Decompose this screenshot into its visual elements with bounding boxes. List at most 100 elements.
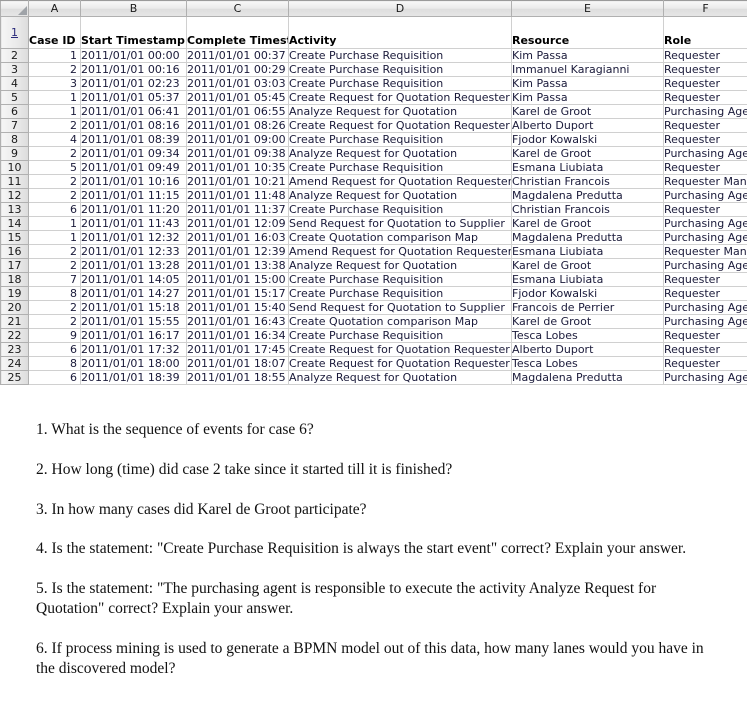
- table-row[interactable]: 15 1 2011/01/01 12:32 2011/01/01 16:03 Creat…: [0, 230, 747, 245]
- cell-resource[interactable]: Karel de Groot: [511, 314, 664, 329]
- cell-activity[interactable]: Analyze Request for Quotation: [288, 104, 512, 119]
- row-number[interactable]: 6: [0, 104, 29, 119]
- cell-activity[interactable]: Amend Request for Quotation Requester: [288, 174, 512, 189]
- cell-resource[interactable]: Fjodor Kowalski: [511, 132, 664, 147]
- cell-resource[interactable]: Tesca Lobes: [511, 356, 664, 371]
- row-number[interactable]: 9: [0, 146, 29, 161]
- cell-role[interactable]: Purchasing Agent: [663, 216, 747, 231]
- cell-resource[interactable]: Alberto Duport: [511, 118, 664, 133]
- row-number[interactable]: 20: [0, 300, 29, 315]
- cell-start-timestamp[interactable]: 2011/01/01 00:16: [80, 62, 187, 77]
- cell-role[interactable]: Requester: [663, 342, 747, 357]
- cell-activity[interactable]: Analyze Request for Quotation: [288, 188, 512, 203]
- cell-start-timestamp[interactable]: 2011/01/01 15:55: [80, 314, 187, 329]
- cell-resource[interactable]: Kim Passa: [511, 48, 664, 63]
- table-row[interactable]: 11 2 2011/01/01 10:16 2011/01/01 10:21 Amend…: [0, 174, 747, 189]
- cell-start-timestamp[interactable]: 2011/01/01 18:00: [80, 356, 187, 371]
- cell-case-id[interactable]: 6: [28, 370, 81, 385]
- cell-resource[interactable]: Karel de Groot: [511, 258, 664, 273]
- cell-role[interactable]: Purchasing Agent: [663, 300, 747, 315]
- cell-case-id[interactable]: 5: [28, 160, 81, 175]
- cell-role[interactable]: Requester: [663, 328, 747, 343]
- cell-case-id[interactable]: 1: [28, 104, 81, 119]
- cell-role[interactable]: Requester: [663, 272, 747, 287]
- header-resource[interactable]: Resource: [511, 16, 664, 49]
- cell-start-timestamp[interactable]: 2011/01/01 10:16: [80, 174, 187, 189]
- cell-role[interactable]: Requester Manager: [663, 174, 747, 189]
- cell-role[interactable]: Purchasing Agent: [663, 188, 747, 203]
- cell-role[interactable]: Requester: [663, 202, 747, 217]
- cell-complete-timestamp[interactable]: 2011/01/01 06:55: [186, 104, 289, 119]
- cell-complete-timestamp[interactable]: 2011/01/01 03:03: [186, 76, 289, 91]
- table-row[interactable]: 23 6 2011/01/01 17:32 2011/01/01 17:45 Creat…: [0, 342, 747, 357]
- row-number[interactable]: 23: [0, 342, 29, 357]
- cell-resource[interactable]: Alberto Duport: [511, 342, 664, 357]
- row-number[interactable]: 7: [0, 118, 29, 133]
- cell-resource[interactable]: Kim Passa: [511, 90, 664, 105]
- table-row[interactable]: 19 8 2011/01/01 14:27 2011/01/01 15:17 Creat…: [0, 286, 747, 301]
- cell-activity[interactable]: Create Purchase Requisition: [288, 286, 512, 301]
- cell-role[interactable]: Requester: [663, 76, 747, 91]
- cell-resource[interactable]: Kim Passa: [511, 76, 664, 91]
- cell-case-id[interactable]: 2: [28, 258, 81, 273]
- cell-complete-timestamp[interactable]: 2011/01/01 13:38: [186, 258, 289, 273]
- header-case-id[interactable]: Case ID: [28, 16, 81, 49]
- cell-case-id[interactable]: 1: [28, 48, 81, 63]
- cell-start-timestamp[interactable]: 2011/01/01 17:32: [80, 342, 187, 357]
- row-number[interactable]: 11: [0, 174, 29, 189]
- cell-start-timestamp[interactable]: 2011/01/01 05:37: [80, 90, 187, 105]
- cell-start-timestamp[interactable]: 2011/01/01 13:28: [80, 258, 187, 273]
- cell-resource[interactable]: Esmana Liubiata: [511, 272, 664, 287]
- cell-complete-timestamp[interactable]: 2011/01/01 18:55: [186, 370, 289, 385]
- cell-case-id[interactable]: 1: [28, 216, 81, 231]
- cell-complete-timestamp[interactable]: 2011/01/01 11:48: [186, 188, 289, 203]
- cell-activity[interactable]: Send Request for Quotation to Supplier: [288, 216, 512, 231]
- cell-activity[interactable]: Create Purchase Requisition: [288, 76, 512, 91]
- cell-role[interactable]: Requester: [663, 132, 747, 147]
- cell-role[interactable]: Requester: [663, 160, 747, 175]
- cell-complete-timestamp[interactable]: 2011/01/01 12:39: [186, 244, 289, 259]
- cell-complete-timestamp[interactable]: 2011/01/01 15:00: [186, 272, 289, 287]
- table-row[interactable]: 14 1 2011/01/01 11:43 2011/01/01 12:09 Send …: [0, 216, 747, 231]
- table-row[interactable]: 10 5 2011/01/01 09:49 2011/01/01 10:35 Creat…: [0, 160, 747, 175]
- cell-case-id[interactable]: 8: [28, 356, 81, 371]
- column-header-d[interactable]: D: [288, 0, 512, 17]
- cell-resource[interactable]: Karel de Groot: [511, 216, 664, 231]
- cell-complete-timestamp[interactable]: 2011/01/01 16:03: [186, 230, 289, 245]
- cell-role[interactable]: Requester: [663, 286, 747, 301]
- row-number[interactable]: 4: [0, 76, 29, 91]
- cell-activity[interactable]: Create Purchase Requisition: [288, 48, 512, 63]
- table-row[interactable]: 4 3 2011/01/01 02:23 2011/01/01 03:03 Create…: [0, 76, 747, 91]
- cell-start-timestamp[interactable]: 2011/01/01 11:20: [80, 202, 187, 217]
- row-number[interactable]: 14: [0, 216, 29, 231]
- select-all-corner[interactable]: [0, 0, 29, 17]
- row-number[interactable]: 10: [0, 160, 29, 175]
- cell-case-id[interactable]: 2: [28, 174, 81, 189]
- cell-start-timestamp[interactable]: 2011/01/01 12:33: [80, 244, 187, 259]
- cell-start-timestamp[interactable]: 2011/01/01 11:15: [80, 188, 187, 203]
- cell-complete-timestamp[interactable]: 2011/01/01 18:07: [186, 356, 289, 371]
- table-row[interactable]: 22 9 2011/01/01 16:17 2011/01/01 16:34 Creat…: [0, 328, 747, 343]
- column-header-f[interactable]: F: [663, 0, 747, 17]
- table-row[interactable]: 25 6 2011/01/01 18:39 2011/01/01 18:55 Analy…: [0, 370, 747, 385]
- cell-complete-timestamp[interactable]: 2011/01/01 15:40: [186, 300, 289, 315]
- cell-activity[interactable]: Create Request for Quotation Requester: [288, 356, 512, 371]
- cell-case-id[interactable]: 6: [28, 202, 81, 217]
- cell-complete-timestamp[interactable]: 2011/01/01 10:35: [186, 160, 289, 175]
- cell-start-timestamp[interactable]: 2011/01/01 14:27: [80, 286, 187, 301]
- cell-activity[interactable]: Create Request for Quotation Requester: [288, 90, 512, 105]
- table-row[interactable]: 16 2 2011/01/01 12:33 2011/01/01 12:39 Amend…: [0, 244, 747, 259]
- cell-resource[interactable]: Magdalena Predutta: [511, 230, 664, 245]
- cell-resource[interactable]: Tesca Lobes: [511, 328, 664, 343]
- column-header-b[interactable]: B: [80, 0, 187, 17]
- cell-start-timestamp[interactable]: 2011/01/01 02:23: [80, 76, 187, 91]
- row-number[interactable]: 18: [0, 272, 29, 287]
- cell-complete-timestamp[interactable]: 2011/01/01 08:26: [186, 118, 289, 133]
- table-row[interactable]: 2 1 2011/01/01 00:00 2011/01/01 00:37 Create…: [0, 48, 747, 63]
- header-start-timestamp[interactable]: Start Timestamp: [80, 16, 187, 49]
- cell-start-timestamp[interactable]: 2011/01/01 15:18: [80, 300, 187, 315]
- cell-complete-timestamp[interactable]: 2011/01/01 11:37: [186, 202, 289, 217]
- cell-role[interactable]: Purchasing Agent: [663, 230, 747, 245]
- cell-case-id[interactable]: 1: [28, 90, 81, 105]
- cell-start-timestamp[interactable]: 2011/01/01 09:34: [80, 146, 187, 161]
